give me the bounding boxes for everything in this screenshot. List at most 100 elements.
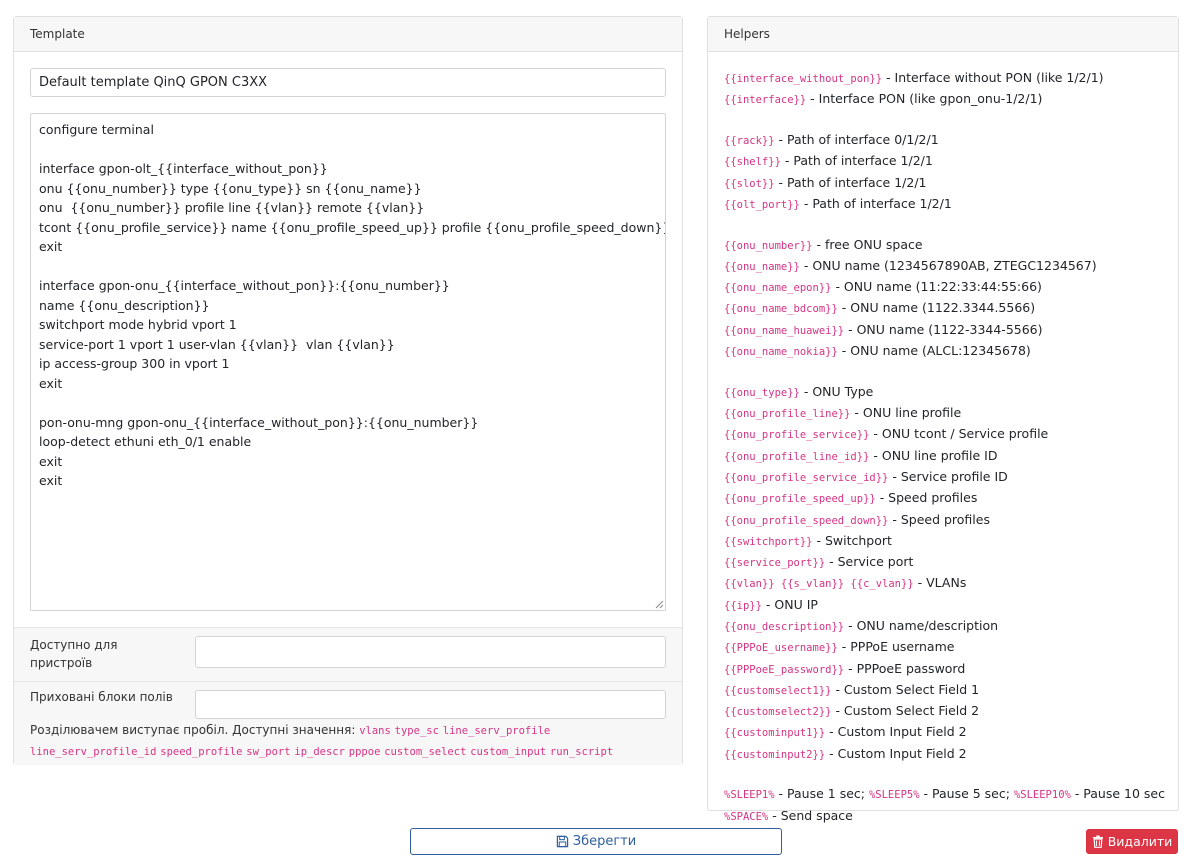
helper-line: {{custominput1}} - Custom Input Field 2 <box>724 722 1174 743</box>
hint-value-token: custom_input <box>470 746 547 758</box>
helper-description: - Pause 5 sec; <box>919 786 1014 802</box>
helper-description: - PPPoeE password <box>844 660 966 676</box>
helper-description: - ONU name (11:22:33:44:55:66) <box>831 279 1042 295</box>
template-name-input[interactable] <box>30 68 666 97</box>
helper-line: {{onu_name}} - ONU name (1234567890AB, Z… <box>724 256 1174 277</box>
helper-line: {{onu_profile_speed_down}} - Speed profi… <box>724 510 1174 531</box>
helper-line: {{customselect1}} - Custom Select Field … <box>724 680 1174 701</box>
helper-line: %SLEEP1% - Pause 1 sec; %SLEEP5% - Pause… <box>724 784 1174 805</box>
helper-description: - Speed profiles <box>888 511 990 527</box>
hint-value-token: speed_profile <box>160 746 243 758</box>
helper-code: {{customselect1}} <box>724 684 832 697</box>
helper-code: {{onu_name_huawei}} <box>724 324 845 337</box>
helper-description: - Custom Input Field 2 <box>825 724 967 740</box>
hidden-blocks-input[interactable] <box>195 690 666 719</box>
helper-code: {{rack}} <box>724 134 775 147</box>
helper-description: - ONU line profile ID <box>869 447 998 463</box>
helper-code: {{onu_name}} <box>724 260 800 273</box>
hint-value-token: ip_descr <box>294 746 345 758</box>
helper-description: - free ONU space <box>812 236 923 252</box>
helper-code: {{onu_description}} <box>724 621 845 633</box>
helper-line: {{onu_type}} - ONU Type <box>724 382 1174 403</box>
template-card-header: Template <box>14 17 682 52</box>
helper-line: {{slot}} - Path of interface 1/2/1 <box>724 173 1174 194</box>
helper-code: {{onu_name_epon}} <box>724 282 832 295</box>
helper-description: - ONU name (1122.3344.5566) <box>837 300 1036 316</box>
helper-group-spacer <box>724 111 1174 130</box>
helpers-card-header: Helpers <box>708 17 1178 52</box>
helper-code: {{onu_name_nokia}} <box>724 346 838 359</box>
hint-value-token: run_script <box>549 746 614 758</box>
helper-description: - Pause 1 sec; <box>774 786 869 802</box>
devices-row: Доступно для пристроїв <box>14 627 682 681</box>
helper-line: {{customselect2}} - Custom Select Field … <box>724 701 1174 722</box>
helper-code: {{shelf}} <box>724 156 781 169</box>
hidden-blocks-label: Приховані блоки полів <box>30 690 173 704</box>
helper-line: {{onu_profile_service}} - ONU tcont / Se… <box>724 424 1174 445</box>
helper-description: - Custom Input Field 2 <box>825 745 967 761</box>
helper-group-spacer <box>724 765 1174 784</box>
template-body-textarea[interactable] <box>30 113 666 611</box>
helper-line: {{onu_profile_speed_up}} - Speed profile… <box>724 488 1174 509</box>
helper-description: - ONU name (1234567890AB, ZTEGC1234567) <box>799 257 1097 273</box>
helper-line: {{service_port}} - Service port <box>724 552 1174 573</box>
helper-line: {{PPPoeE_password}} - PPPoeE password <box>724 659 1174 680</box>
helper-code: {{olt_port}} <box>724 198 800 211</box>
save-button[interactable]: Зберегти <box>410 828 782 855</box>
helper-code: {{custominput1}} <box>724 727 826 740</box>
helper-line: {{custominput2}} - Custom Input Field 2 <box>724 744 1174 765</box>
helper-line: {{switchport}} - Switchport <box>724 531 1174 552</box>
helper-code: {{service_port}} <box>724 557 826 570</box>
helper-code: {{custominput2}} <box>724 748 826 761</box>
helper-code: {{onu_profile_line}} <box>724 408 851 421</box>
floppy-disk-icon <box>556 835 569 848</box>
devices-input[interactable] <box>195 636 666 668</box>
helper-line: {{ip}} - ONU IP <box>724 595 1174 616</box>
save-button-label: Зберегти <box>572 834 637 849</box>
helper-line: {{vlan}} {{s_vlan}} {{c_vlan}} - VLANs <box>724 573 1174 594</box>
helper-code: {{switchport}} <box>724 535 813 548</box>
helper-line: {{shelf}} - Path of interface 1/2/1 <box>724 151 1174 172</box>
hint-value-token: line_serv_profile_id <box>30 746 157 758</box>
helper-line: {{onu_name_huawei}} - ONU name (1122-334… <box>724 320 1174 341</box>
helper-line: {{interface}} - Interface PON (like gpon… <box>724 89 1174 110</box>
hint-value-token: pppoe <box>348 746 381 758</box>
delete-button-label: Видалити <box>1107 834 1173 849</box>
helper-line: {{rack}} - Path of interface 0/1/2/1 <box>724 130 1174 151</box>
helper-code: {{customselect2}} <box>724 706 832 719</box>
helper-code: {{PPPoE_username}} <box>724 642 838 655</box>
helper-description: - Interface without PON (like 1/2/1) <box>882 70 1104 85</box>
helper-description: - ONU name (1122-3344-5566) <box>844 321 1043 337</box>
helper-group-spacer <box>724 215 1174 234</box>
helper-description: - Pause 10 sec <box>1070 786 1165 802</box>
helper-description: - PPPoE username <box>837 639 955 655</box>
hint-value-token: line_serv_profile <box>442 725 551 737</box>
helper-description: - VLANs <box>913 575 967 591</box>
devices-label: Доступно для пристроїв <box>30 638 118 670</box>
delete-button[interactable]: Видалити <box>1086 829 1178 854</box>
helper-line: {{onu_number}} - free ONU space <box>724 235 1174 256</box>
helper-line: {{onu_name_bdcom}} - ONU name (1122.3344… <box>724 298 1174 319</box>
helper-code: {{onu_profile_service_id}} <box>724 471 889 484</box>
helper-code: %SLEEP1% <box>724 789 775 802</box>
resize-grip-icon[interactable] <box>654 599 664 609</box>
hint-value-token: vlans <box>359 725 391 737</box>
helper-description: - ONU tcont / Service profile <box>869 426 1049 442</box>
helper-description: - Custom Select Field 2 <box>831 703 980 719</box>
helper-description: - Send space <box>768 807 853 823</box>
helper-code: %SLEEP5% <box>868 789 920 802</box>
helper-line: {{PPPoE_username}} - PPPoE username <box>724 637 1174 658</box>
helper-line: {{onu_profile_line_id}} - ONU line profi… <box>724 446 1174 467</box>
helper-line: {{onu_profile_service_id}} - Service pro… <box>724 467 1174 488</box>
hidden-blocks-row: Приховані блоки полів Розділювачем висту… <box>14 681 682 765</box>
helper-description: - Path of interface 1/2/1 <box>774 174 927 190</box>
helper-code: {{slot}} <box>724 177 775 190</box>
helper-description: - Interface PON (like gpon_onu-1/2/1) <box>806 91 1043 107</box>
helper-description: - ONU Type <box>799 383 874 399</box>
helper-description: - ONU IP <box>761 596 818 612</box>
helper-code: %SPACE% <box>724 810 769 823</box>
helper-code: {{interface_without_pon}} <box>724 73 883 85</box>
helper-line: %SPACE% - Send space <box>724 806 1174 827</box>
helper-code: {{onu_number}} <box>724 239 813 252</box>
helper-description: - Path of interface 0/1/2/1 <box>774 131 939 147</box>
